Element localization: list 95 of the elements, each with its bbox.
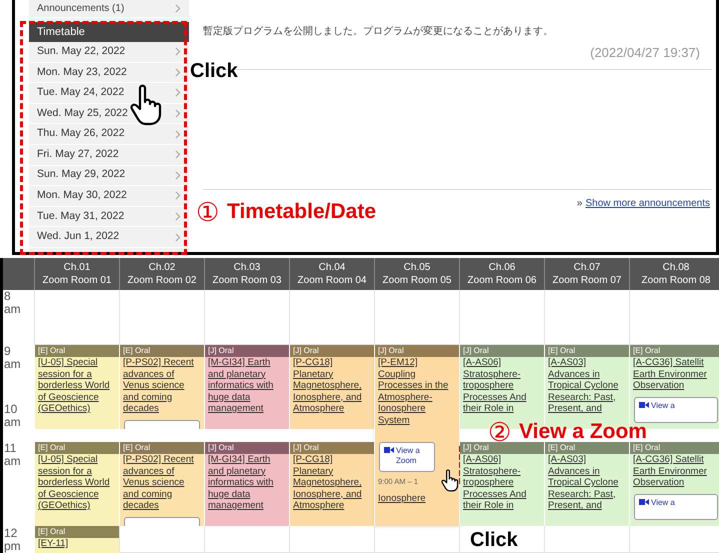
chevron-icon: [175, 150, 181, 160]
session-title[interactable]: [P-CG18] Planetary Magnetosphere, Ionosphere, and Atmosphere: [290, 357, 374, 414]
session-title[interactable]: [A-CG36] Satellit Earth Environmer Observation: [630, 454, 719, 488]
session-tag: [E] Oral: [120, 442, 204, 454]
session-tag: [J] Oral: [290, 345, 374, 357]
session-tag: [E] Oral: [35, 526, 119, 538]
session-title[interactable]: [EY-11]: [35, 538, 119, 550]
chevron-icon: [175, 212, 181, 222]
chevron-icon: [175, 4, 181, 13]
hour-label: 10 am: [4, 403, 22, 429]
session-card[interactable]: [J] Oral [M-GI34] Earth and planetary informatics with huge data management: [204, 442, 289, 526]
hour-label: 12 pm: [4, 527, 22, 553]
session-card[interactable]: [E] Oral [A-AS03] Advances in Tropical Cyclone Research: Past, Present, and: [544, 442, 629, 526]
hour-label: 11 am: [4, 442, 22, 468]
chevron-icon: [175, 47, 181, 56]
channel-header: Ch.05 Zoom Room 05: [374, 258, 459, 290]
video-camera-icon: [384, 447, 394, 453]
chevron-icon: [175, 191, 181, 200]
session-tag: [E] Oral: [630, 442, 719, 454]
chevron-icon: [175, 109, 181, 118]
channel-header: Ch.06 Zoom Room 06: [459, 258, 544, 290]
chevron-icon: [175, 68, 181, 77]
channel-header: Ch.04 Zoom Room 04: [289, 258, 374, 290]
session-card[interactable]: [E] Oral [U-05] Special session for a borderless World of Geoscience (GEOethics): [34, 345, 119, 429]
announcement-text: 暫定版プログラムを公開しました。プログラムが変更になることがあります。: [203, 24, 554, 39]
show-more-link[interactable]: Show more announcements: [585, 196, 710, 210]
channel-header: Ch.08 Zoom Room 08: [629, 258, 719, 290]
session-tag: [E] Oral: [545, 345, 629, 357]
sidebar-item[interactable]: Announcements (1): [29, 0, 189, 18]
video-camera-icon: [639, 402, 649, 408]
date-item[interactable]: Sun. May 29, 2022: [29, 166, 189, 186]
session-title[interactable]: [A-AS06] Stratosphere-troposphere Processes And their Role in: [460, 454, 544, 512]
zoom-button[interactable]: View a: [634, 494, 718, 520]
channel-header: Ch.01 Zoom Room 01: [34, 258, 119, 290]
date-item[interactable]: Mon. May 23, 2022: [29, 62, 189, 84]
session-card[interactable]: [J] Oral [P-CG18] Planetary Magnetosphere, Ionosphere, and Atmosphere: [289, 345, 374, 429]
session-card[interactable]: [J] Oral [A-AS06] Stratosphere-troposphere Processes And their Role in: [459, 442, 544, 526]
date-item[interactable]: Wed. Jun 1, 2022: [29, 227, 189, 248]
hour-label: 8 am: [4, 290, 22, 316]
date-item[interactable]: Tue. May 31, 2022: [29, 206, 189, 228]
session-tag: [J] Oral: [375, 345, 459, 357]
session-title[interactable]: [M-GI34] Earth and planetary informatics with huge data management: [205, 454, 289, 512]
link-marker: »: [576, 196, 582, 210]
sidebar-header: Timetable: [29, 22, 189, 42]
chevron-icon: [175, 88, 181, 98]
video-camera-icon: [639, 498, 649, 504]
session-title[interactable]: [P-PS02] Recent advances of Venus science and coming decades: [120, 357, 204, 414]
session-card[interactable]: [E] Oral [U-05] Special session for a borderless World of Geoscience (GEOethics): [34, 442, 119, 526]
session-tag: [E] Oral: [35, 442, 119, 454]
date-item[interactable]: Fri. May 27, 2022: [29, 144, 189, 166]
session-title[interactable]: Ionosphere: [375, 493, 429, 505]
zoom-button[interactable]: View a Zoom: [379, 442, 435, 472]
session-title[interactable]: [U-05] Special session for a borderless World of Geoscience (GEOethics): [35, 454, 119, 512]
click-label: Click: [190, 60, 238, 82]
session-title[interactable]: [M-GI34] Earth and planetary informatics with huge data management: [205, 357, 289, 414]
click-label: Click: [470, 529, 518, 551]
session-title[interactable]: [U-05] Special session for a borderless World of Geoscience (GEOethics): [35, 357, 119, 414]
chevron-icon: [175, 170, 181, 180]
session-card[interactable]: [E] Oral [EY-11]: [34, 526, 119, 553]
session-card[interactable]: [J] Oral [P-CG18] Planetary Magnetosphere, Ionosphere, and Atmosphere: [289, 442, 374, 526]
session-tag: [E] Oral: [545, 442, 629, 454]
header-corner: [3, 258, 34, 290]
hour-label: 9 am: [4, 345, 22, 371]
zoom-button[interactable]: [124, 516, 200, 526]
session-tag: [J] Oral: [290, 442, 374, 454]
session-tag: [E] Oral: [630, 345, 719, 357]
announcement-time: (2022/04/27 19:37): [590, 44, 700, 62]
session-tag: [J] Oral: [205, 345, 289, 357]
session-tag: [E] Oral: [35, 345, 119, 357]
zoom-button[interactable]: [124, 420, 200, 429]
session-title[interactable]: [P-CG18] Planetary Magnetosphere, Ionosphere, and Atmosphere: [290, 454, 374, 512]
session-title[interactable]: [A-AS03] Advances in Tropical Cyclone Research: Past, Present, and: [545, 454, 629, 512]
session-card[interactable]: [J] Oral [M-GI34] Earth and planetary informatics with huge data management: [204, 345, 289, 429]
session-tag: [J] Oral: [460, 345, 544, 357]
session-tag: [E] Oral: [120, 345, 204, 357]
session-title[interactable]: [A-AS03] Advances in Tropical Cyclone Research: Past, Present, and: [545, 357, 629, 414]
session-tag: [J] Oral: [460, 442, 544, 454]
session-title[interactable]: [A-CG36] Satellit Earth Environmer Observation: [630, 357, 719, 392]
chevron-icon: [175, 232, 181, 242]
channel-header: Ch.03 Zoom Room 03: [204, 258, 289, 290]
channel-header: Ch.07 Zoom Room 07: [544, 258, 629, 290]
session-card[interactable]: [E] Oral [P-PS02] Recent advances of Venus science and coming decades: [119, 442, 204, 526]
channel-header: Ch.02 Zoom Room 02: [119, 258, 204, 290]
session-card[interactable]: [E] Oral [A-CG36] Satellit Earth Environmer Observation View a: [629, 442, 719, 526]
session-title[interactable]: [P-EM12] Coupling Processes in the Atmosphere-Ionosphere System: [375, 357, 459, 426]
session-title[interactable]: [A-AS06] Stratosphere-troposphere Processes And their Role in: [460, 357, 544, 414]
date-item[interactable]: Mon. May 30, 2022: [29, 186, 189, 207]
date-item[interactable]: Sun. May 22, 2022: [29, 42, 189, 63]
zoom-button[interactable]: View a: [634, 396, 718, 422]
step-label: Timetable/Date: [227, 200, 376, 224]
session-title[interactable]: [P-PS02] Recent advances of Venus science and coming decades: [120, 454, 204, 512]
session-card[interactable]: [E] Oral [P-PS02] Recent advances of Venus science and coming decades: [119, 345, 204, 429]
step-number: ①: [196, 198, 219, 226]
chevron-icon: [175, 130, 181, 139]
session-tag: [J] Oral: [205, 442, 289, 454]
